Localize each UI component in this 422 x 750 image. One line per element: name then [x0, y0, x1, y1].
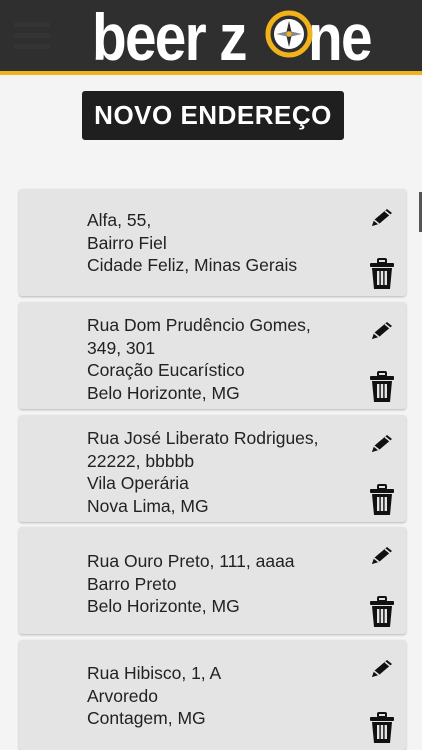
- address-line: 349, 301: [87, 337, 156, 358]
- address-card[interactable]: Alfa, 55, Bairro Fiel Cidade Feliz, Minas …: [19, 189, 406, 296]
- pencil-icon[interactable]: [369, 207, 395, 229]
- address-text: Rua José Liberato Rodrigues, 22222, bbbbb…: [87, 427, 319, 517]
- address-text: Alfa, 55, Bairro Fiel Cidade Feliz, Minas …: [87, 209, 297, 277]
- pencil-icon[interactable]: [369, 433, 395, 455]
- address-line: Vila Operária: [87, 473, 189, 493]
- new-address-button[interactable]: NOVO ENDEREÇO: [82, 91, 344, 140]
- address-line: Nova Lima, MG: [87, 495, 209, 516]
- address-line: Rua Ouro Preto, 111, aaaa: [87, 551, 295, 571]
- address-line: Coração Eucarístico: [87, 360, 245, 380]
- pencil-icon[interactable]: [369, 658, 395, 680]
- address-line: Alfa, 55,: [87, 210, 152, 230]
- address-text: Rua Dom Prudêncio Gomes, 349, 301 Coração …: [87, 314, 311, 404]
- address-text: Rua Hibisco, 1, A Arvoredo Contagem, MG: [87, 662, 221, 730]
- address-card[interactable]: Rua Hibisco, 1, A Arvoredo Contagem, MG: [19, 640, 406, 750]
- address-text: Rua Ouro Preto, 111, aaaa Barro Preto Belo…: [87, 550, 295, 618]
- beer-zone-logo: beer z ne: [92, 0, 373, 74]
- pencil-icon[interactable]: [369, 320, 395, 342]
- address-line: Contagem, MG: [87, 708, 206, 728]
- address-line: Cidade Feliz, Minas Gerais: [87, 255, 298, 275]
- address-line: Barro Preto: [87, 573, 177, 594]
- address-line: Rua Dom Prudêncio Gomes,: [87, 315, 311, 335]
- compass-icon: [265, 10, 313, 58]
- address-line: 22222, bbbbb: [87, 450, 195, 471]
- trash-icon[interactable]: [369, 484, 395, 516]
- address-card[interactable]: Rua Dom Prudêncio Gomes, 349, 301 Coração …: [19, 302, 406, 409]
- address-line: Belo Horizonte, MG: [87, 596, 240, 616]
- trash-icon[interactable]: [369, 712, 395, 744]
- address-card[interactable]: Rua José Liberato Rodrigues, 22222, bbbbb…: [19, 415, 406, 522]
- app-header: beer z ne: [0, 0, 422, 75]
- address-line: Arvoredo: [87, 685, 159, 706]
- address-card[interactable]: Rua Ouro Preto, 111, aaaa Barro Preto Belo…: [19, 527, 406, 634]
- trash-icon[interactable]: [369, 258, 395, 290]
- logo-text-part1: beer z: [92, 0, 247, 74]
- address-line: Belo Horizonte, MG: [87, 382, 240, 403]
- trash-icon[interactable]: [369, 371, 395, 403]
- pencil-icon[interactable]: [369, 545, 395, 567]
- address-line: Rua José Liberato Rodrigues,: [87, 428, 319, 448]
- trash-icon[interactable]: [369, 596, 395, 628]
- address-line: Rua Hibisco, 1, A: [87, 663, 222, 683]
- menu-icon[interactable]: [14, 22, 50, 52]
- address-line: Bairro Fiel: [87, 232, 167, 253]
- logo-text-part2: ne: [308, 0, 373, 74]
